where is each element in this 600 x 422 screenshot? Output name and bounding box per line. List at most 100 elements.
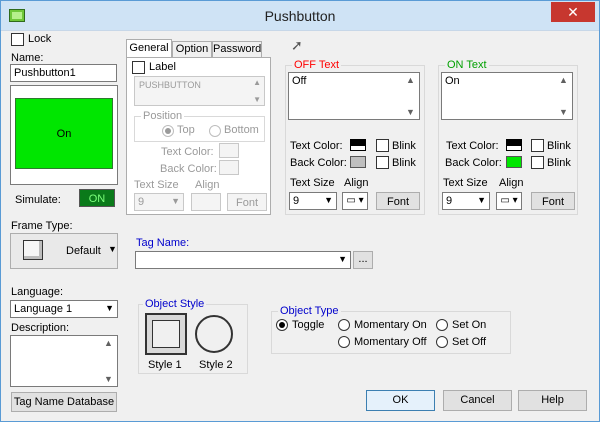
language-select[interactable]: Language 1 ▼ — [10, 300, 118, 318]
set-on-radio[interactable] — [436, 319, 448, 331]
tag-name-label: Tag Name: — [136, 237, 190, 249]
chevron-down-icon: ▼ — [108, 244, 117, 254]
off-back-color-swatch[interactable] — [350, 156, 366, 168]
position-bottom-radio[interactable] — [209, 125, 221, 137]
scroll-up-icon: ▲ — [406, 75, 415, 85]
title-bar: Pushbutton ✕ — [1, 1, 599, 31]
toggle-radio[interactable] — [276, 319, 288, 331]
preview-frame: On — [10, 85, 118, 185]
tab-general[interactable]: General — [126, 39, 172, 57]
scroll-up-icon: ▲ — [253, 78, 261, 87]
description-scrollbar[interactable]: ▲ ▼ — [102, 337, 116, 385]
scroll-down-icon: ▼ — [406, 107, 415, 117]
name-input[interactable]: Pushbutton1 — [10, 64, 117, 82]
tab-password[interactable]: Password — [212, 41, 262, 57]
on-blink-label-1: Blink — [547, 140, 571, 152]
language-value: Language 1 — [14, 303, 73, 315]
label-caption: Label — [149, 61, 176, 73]
cancel-button[interactable]: Cancel — [443, 390, 512, 411]
scroll-down-icon: ▼ — [253, 95, 261, 104]
momentary-off-radio[interactable] — [338, 336, 350, 348]
position-group: Position Top Bottom — [134, 110, 265, 142]
object-style-title: Object Style — [143, 298, 207, 310]
frame-type-dropdown[interactable]: Default ▼ — [10, 233, 118, 269]
on-align-button[interactable]: ▭ ▾ — [496, 192, 522, 210]
help-button[interactable]: Help — [518, 390, 587, 411]
off-size-select[interactable]: 9 ▼ — [289, 192, 337, 210]
chevron-down-icon: ▼ — [338, 254, 347, 264]
set-off-radio[interactable] — [436, 336, 448, 348]
chevron-down-icon: ▼ — [324, 195, 333, 205]
on-text-title: ON Text — [445, 59, 489, 71]
momentary-on-radio[interactable] — [338, 319, 350, 331]
label-size-value: 9 — [138, 196, 145, 208]
scroll-down-icon: ▼ — [104, 374, 113, 384]
on-blink-checkbox-2[interactable] — [531, 156, 544, 169]
description-label: Description: — [11, 322, 70, 334]
label-size-select[interactable]: 9 ▼ — [134, 193, 184, 211]
off-text-input[interactable]: Off ▲ ▼ — [288, 72, 420, 120]
tab-option[interactable]: Option — [172, 41, 212, 57]
label-align-label: Align — [195, 179, 220, 191]
ok-button[interactable]: OK — [366, 390, 435, 411]
simulate-label: Simulate: — [15, 194, 61, 206]
frame-icon — [23, 240, 43, 260]
label-checkbox[interactable] — [132, 61, 145, 74]
on-font-button[interactable]: Font — [531, 192, 575, 210]
tag-name-select[interactable]: ▼ — [135, 251, 351, 269]
off-text-group: OFF Text Off ▲ ▼ Text Color: Blink Back … — [285, 59, 425, 215]
off-align-label: Align — [344, 177, 369, 189]
frame-type-label: Frame Type: — [11, 220, 73, 232]
on-text-value: On — [445, 75, 460, 87]
on-blink-label-2: Blink — [547, 157, 571, 169]
label-text-value: PUSHBUTTON — [139, 80, 201, 90]
square-style-icon — [152, 320, 180, 348]
on-text-color-swatch[interactable] — [506, 139, 522, 151]
chevron-down-icon: ▼ — [477, 195, 486, 205]
off-align-button[interactable]: ▭ ▾ — [342, 192, 368, 210]
style-1-option[interactable] — [145, 313, 187, 355]
on-size-value: 9 — [446, 195, 453, 207]
description-input[interactable]: ▲ ▼ — [10, 335, 118, 387]
scroll-up-icon: ▲ — [559, 75, 568, 85]
style-2-option[interactable] — [195, 315, 233, 353]
on-size-select[interactable]: 9 ▼ — [442, 192, 490, 210]
off-blink-checkbox-2[interactable] — [376, 156, 389, 169]
off-text-color-label: Text Color: — [290, 140, 343, 152]
circle-style-icon — [195, 315, 233, 353]
position-title: Position — [141, 110, 185, 122]
off-text-scrollbar[interactable]: ▲ ▼ — [404, 74, 418, 118]
on-align-label: Align — [499, 177, 524, 189]
label-text-color-label: Text Color: — [161, 146, 214, 158]
close-button[interactable]: ✕ — [551, 2, 595, 22]
on-blink-checkbox-1[interactable] — [531, 139, 544, 152]
simulate-toggle[interactable]: ON — [79, 189, 115, 207]
off-text-color-swatch[interactable] — [350, 139, 366, 151]
off-font-button[interactable]: Font — [376, 192, 420, 210]
frame-default-label: Default — [66, 245, 101, 257]
momentary-on-label: Momentary On — [354, 319, 427, 331]
scroll-down-icon: ▼ — [559, 107, 568, 117]
on-text-input[interactable]: On ▲ ▼ — [441, 72, 573, 120]
label-back-color-swatch[interactable] — [219, 160, 239, 175]
general-tab-panel: Label PUSHBUTTON ▲ ▼ Position Top Bottom… — [126, 57, 271, 215]
style-1-label: Style 1 — [148, 359, 182, 371]
on-back-color-swatch[interactable] — [506, 156, 522, 168]
on-text-scrollbar[interactable]: ▲ ▼ — [557, 74, 571, 118]
button-preview: On — [15, 98, 113, 169]
object-type-title: Object Type — [278, 305, 341, 317]
label-font-button[interactable]: Font — [227, 193, 267, 211]
object-style-group: Object Style Style 1 Style 2 — [138, 298, 248, 374]
style-2-label: Style 2 — [199, 359, 233, 371]
lock-checkbox[interactable] — [11, 33, 24, 46]
set-off-label: Set Off — [452, 336, 487, 348]
off-blink-checkbox-1[interactable] — [376, 139, 389, 152]
off-text-size-label: Text Size — [290, 177, 335, 189]
label-align-button[interactable] — [191, 193, 221, 211]
tag-browse-button[interactable]: ... — [353, 251, 373, 269]
label-text-color-swatch[interactable] — [219, 143, 239, 158]
position-top-radio[interactable] — [162, 125, 174, 137]
on-text-size-label: Text Size — [443, 177, 488, 189]
tag-name-database-button[interactable]: Tag Name Database — [11, 392, 117, 412]
toggle-label: Toggle — [292, 319, 325, 331]
